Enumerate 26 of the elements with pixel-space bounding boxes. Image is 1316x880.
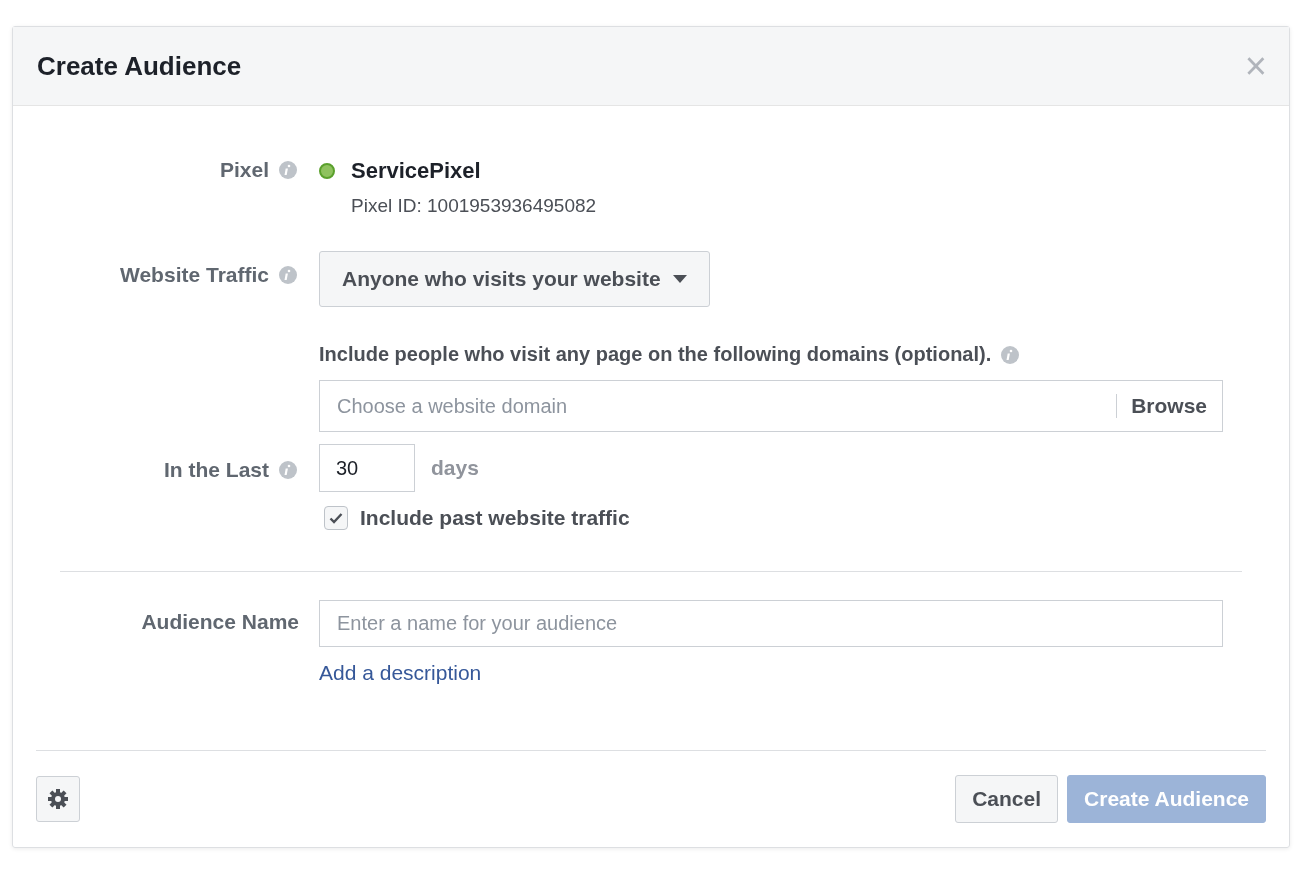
info-icon[interactable] bbox=[1001, 345, 1020, 364]
checkbox[interactable] bbox=[324, 506, 348, 530]
info-icon[interactable] bbox=[279, 266, 297, 284]
dialog-title: Create Audience bbox=[37, 50, 242, 82]
checkmark-icon bbox=[329, 512, 343, 524]
pixel-name: ServicePixel bbox=[351, 158, 481, 184]
days-unit: days bbox=[431, 456, 479, 480]
days-input[interactable]: 30 bbox=[319, 444, 415, 492]
domains-label: Include people who visit any page on the following domains (optional). bbox=[319, 343, 992, 366]
pixel-id: Pixel ID: 1001953936495082 bbox=[351, 195, 598, 217]
settings-icon bbox=[47, 788, 69, 810]
browse-button[interactable]: Browse bbox=[1117, 394, 1222, 418]
info-icon[interactable] bbox=[279, 461, 297, 479]
field-label: Pixel bbox=[219, 158, 269, 182]
domain-field[interactable]: Choose a website domain Browse bbox=[319, 380, 1223, 432]
add-description-link[interactable]: Add a description bbox=[319, 661, 482, 685]
field-label: In the Last bbox=[164, 458, 269, 482]
field-label: Website Traffic bbox=[120, 263, 269, 287]
field-label: Audience Name bbox=[141, 610, 299, 634]
audience-name-field[interactable]: Enter a name for your audience bbox=[319, 600, 1223, 647]
info-icon[interactable] bbox=[279, 161, 297, 179]
cancel-button[interactable]: Cancel bbox=[955, 775, 1059, 823]
traffic-dropdown[interactable]: Anyone who visits your website bbox=[319, 251, 710, 307]
caret-icon bbox=[672, 275, 687, 283]
checkbox-label: Include past website traffic bbox=[360, 506, 630, 530]
settings-button[interactable] bbox=[36, 776, 80, 822]
